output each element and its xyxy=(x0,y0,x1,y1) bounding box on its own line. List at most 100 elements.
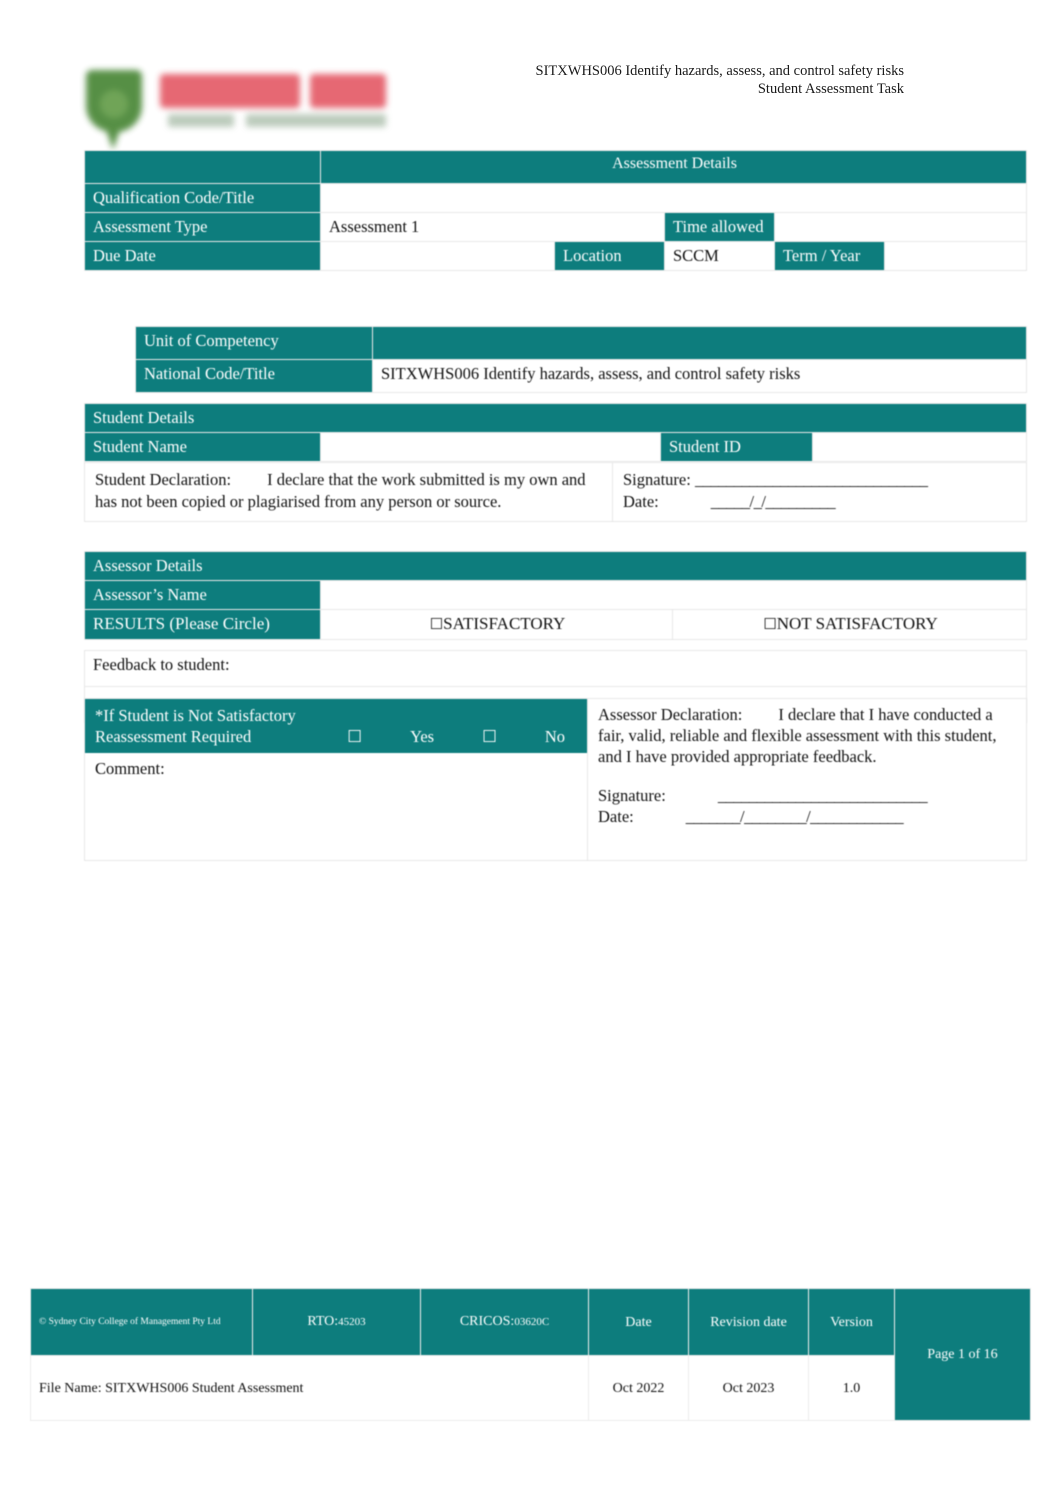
reassessment-yes-label: Yes xyxy=(410,727,435,746)
footer-rto: RTO:45203 xyxy=(252,1288,421,1356)
student-id-value[interactable] xyxy=(811,432,1028,462)
reassessment-cell: *If Student is Not Satisfactory Reassess… xyxy=(84,698,588,861)
results-label: RESULTS (Please Circle) xyxy=(84,609,321,640)
unit-title-row: Unit of Competency xyxy=(135,326,1027,360)
logo-wordmark-secondary xyxy=(310,74,386,108)
student-declaration-cell: Student Declaration: I declare that the w… xyxy=(84,462,613,522)
assessment-details-title: Assessment Details xyxy=(319,150,1028,184)
assessment-details-title-spacer xyxy=(84,150,321,184)
not-satisfactory-checkbox-icon[interactable]: ☐ xyxy=(763,615,776,633)
header-title-block: SITXWHS006 Identify hazards, assess, and… xyxy=(420,62,904,98)
assessment-details-table: Assessment Details Qualification Code/Ti… xyxy=(84,150,1028,271)
document-header: SITXWHS006 Identify hazards, assess, and… xyxy=(0,0,1062,150)
qualification-row: Qualification Code/Title xyxy=(84,183,1028,213)
term-year-label: Term / Year xyxy=(774,241,885,271)
student-id-label: Student ID xyxy=(660,432,813,462)
reassessment-teal-block: *If Student is Not Satisfactory Reassess… xyxy=(85,699,587,753)
satisfactory-label: SATISFACTORY xyxy=(443,614,566,633)
national-code-row: National Code/Title SITXWHS006 Identify … xyxy=(135,359,1027,393)
result-satisfactory-option[interactable]: ☐SATISFACTORY xyxy=(320,609,673,640)
shield-icon xyxy=(86,70,142,132)
footer-cricos-label: CRICOS: xyxy=(459,1314,515,1329)
location-value[interactable]: SCCM xyxy=(664,241,775,271)
assessor-date-line[interactable]: _______/________/____________ xyxy=(686,807,904,826)
footer-value-row: File Name: SITXWHS006 Student Assessment… xyxy=(30,1355,1031,1421)
student-name-row: Student Name Student ID xyxy=(84,432,1028,462)
footer-date-header: Date xyxy=(588,1288,689,1356)
student-declaration-label: Student Declaration: xyxy=(95,470,232,489)
student-date-line[interactable]: _____/_/_________ xyxy=(711,492,836,511)
student-signature-row: Signature: _____________________________… xyxy=(623,469,1018,491)
footer-rto-value: 45203 xyxy=(338,1316,366,1328)
header-unit-title: SITXWHS006 Identify hazards, assess, and… xyxy=(535,63,904,79)
logo-subtext-left xyxy=(168,114,234,127)
document-footer-table: © Sydney City College of Management Pty … xyxy=(30,1288,1031,1421)
assessment-type-row: Assessment Type Assessment 1 Time allowe… xyxy=(84,212,1028,242)
student-date-label: Date: xyxy=(623,492,659,511)
reassessment-comment-label: Comment: xyxy=(95,759,165,778)
assessor-details-title: Assessor Details xyxy=(83,551,1028,581)
assessor-signature-label: Signature: xyxy=(598,786,666,805)
assessor-declaration-cell: Assessor Declaration: I declare that I ha… xyxy=(587,698,1027,861)
logo-wordmark-primary xyxy=(160,74,300,108)
assessor-signature-line[interactable]: ___________________________ xyxy=(718,786,928,805)
location-label: Location xyxy=(554,241,665,271)
student-name-value[interactable] xyxy=(320,432,661,462)
footer-cricos-value: 03620C xyxy=(514,1316,550,1328)
student-details-table: Student Details Student Name Student ID xyxy=(83,403,1028,462)
student-date-row: Date: _____/_/_________ xyxy=(623,491,1018,513)
student-declaration-row: Student Declaration: I declare that the w… xyxy=(84,462,1027,522)
assessor-declaration-text-block: Assessor Declaration: I declare that I ha… xyxy=(598,704,1018,767)
assessor-name-label: Assessor’s Name xyxy=(84,580,321,610)
student-signature-line[interactable]: ______________________________ xyxy=(695,470,928,489)
qualification-value[interactable] xyxy=(319,183,1028,213)
logo-subtext-right xyxy=(246,114,386,127)
student-signature-label: Signature: xyxy=(623,470,691,489)
footer-revision-value: Oct 2023 xyxy=(688,1355,809,1421)
national-code-value[interactable]: SITXWHS006 Identify hazards, assess, and… xyxy=(372,359,1027,393)
national-code-label: National Code/Title xyxy=(135,359,373,393)
result-not-satisfactory-option[interactable]: ☐NOT SATISFACTORY xyxy=(671,609,1028,640)
assessor-date-row: Date: _______/________/____________ xyxy=(598,806,1018,827)
reassessment-yes-checkbox-icon[interactable]: ☐ xyxy=(347,727,362,746)
sydney-city-college-logo xyxy=(78,62,386,150)
assessment-type-label: Assessment Type xyxy=(84,212,321,242)
assessor-signature-row: Signature: ___________________________ xyxy=(598,785,1018,806)
unit-of-competency-label: Unit of Competency xyxy=(135,326,373,360)
reassessment-declaration-row: *If Student is Not Satisfactory Reassess… xyxy=(84,698,1027,861)
footer-date-value: Oct 2022 xyxy=(588,1355,689,1421)
footer-file-name: File Name: SITXWHS006 Student Assessment xyxy=(30,1355,589,1421)
footer-page-indicator: Page 1 of 16 xyxy=(894,1288,1031,1421)
footer-header-row: © Sydney City College of Management Pty … xyxy=(30,1288,1031,1421)
student-signature-cell: Signature: _____________________________… xyxy=(612,462,1027,522)
assessor-declaration-spacer xyxy=(598,767,1018,785)
footer-version-header: Version xyxy=(808,1288,895,1356)
feedback-row: Feedback to student: xyxy=(84,650,1027,687)
assessor-details-header-row: Assessor Details xyxy=(83,551,1028,581)
reassessment-declaration-table: *If Student is Not Satisfactory Reassess… xyxy=(84,698,1027,861)
reassessment-no-label: No xyxy=(544,727,566,746)
assessor-name-value[interactable] xyxy=(319,580,1028,610)
unit-of-competency-title-spacer xyxy=(372,326,1027,360)
footer-rto-label: RTO: xyxy=(307,1314,339,1329)
reassessment-required-label: Reassessment Required xyxy=(95,727,252,746)
due-date-value[interactable] xyxy=(320,241,555,271)
unit-of-competency-table: Unit of Competency National Code/Title S… xyxy=(135,326,1027,393)
reassessment-required-row: Reassessment Required ☐ Yes ☐ No xyxy=(95,726,579,747)
document-page: SITXWHS006 Identify hazards, assess, and… xyxy=(0,0,1062,1506)
student-details-header-row: Student Details xyxy=(83,403,1028,433)
header-doc-type: Student Assessment Task xyxy=(757,81,904,97)
footer-revision-header: Revision date xyxy=(688,1288,809,1356)
satisfactory-checkbox-icon[interactable]: ☐ xyxy=(430,615,443,633)
results-row: RESULTS (Please Circle) ☐SATISFACTORY ☐N… xyxy=(84,609,1028,640)
reassessment-no-checkbox-icon[interactable]: ☐ xyxy=(482,727,497,746)
student-name-label: Student Name xyxy=(84,432,321,462)
qualification-label: Qualification Code/Title xyxy=(84,183,321,213)
reassessment-comment-block[interactable]: Comment: xyxy=(85,753,587,860)
assessor-date-label: Date: xyxy=(598,807,634,826)
term-year-value[interactable] xyxy=(883,241,1028,271)
time-allowed-value[interactable] xyxy=(773,212,1028,242)
assessor-declaration-label: Assessor Declaration: xyxy=(598,705,743,724)
assessment-type-value[interactable]: Assessment 1 xyxy=(320,212,665,242)
due-date-label: Due Date xyxy=(84,241,321,271)
